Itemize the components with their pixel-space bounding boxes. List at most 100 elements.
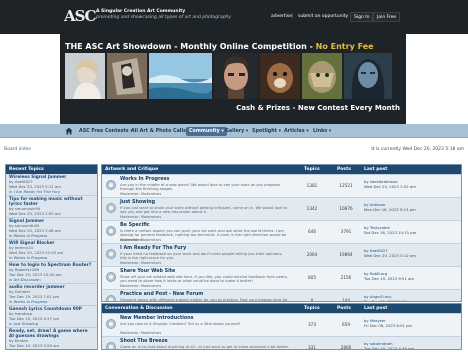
board-index-link[interactable]: Board index xyxy=(4,145,31,155)
recent-topic-forum[interactable]: in Works In Progress xyxy=(9,233,94,239)
current-time: It is currently Wed Dec 20, 2023 5:18 am xyxy=(371,147,464,152)
forum-description: If your need no feedback on your work an… xyxy=(120,252,283,261)
forum-posts-count: 2156 xyxy=(340,275,352,280)
nav-asc-free-contests[interactable]: ASC Free Contests ▾ xyxy=(76,127,136,136)
forum-row[interactable]: Works In Progress Are you in the middle o… xyxy=(102,174,461,197)
forum-posts-count: 3791 xyxy=(340,229,352,234)
artwork-critique-rows: Works In Progress Are you in the middle o… xyxy=(102,174,461,302)
forum-topics-count: 646 xyxy=(308,229,316,234)
forum-read-icon xyxy=(106,203,116,213)
forum-name[interactable]: Share Your Web Site xyxy=(120,269,175,274)
nav-community[interactable]: Community ▾ xyxy=(186,127,227,136)
main-nav: ASC Free Contests ▾ All Art & Photo Call… xyxy=(0,124,468,138)
recent-topic-item[interactable]: Tips for making music without lyrics fas… xyxy=(6,196,97,218)
forum-topics-count: 331 xyxy=(308,345,316,350)
join-free-button[interactable]: Join Free xyxy=(373,12,401,22)
forum-topics-count: 8 xyxy=(310,298,314,302)
forum-moderator[interactable]: Moderator: Moderators xyxy=(120,238,161,242)
forum-name[interactable]: Shoot The Breeze xyxy=(120,339,168,344)
last-post-date: Tue Dec 19, 2023 9:51 am xyxy=(364,276,415,281)
last-post-date: Fri Dec 08, 2023 6:01 pm xyxy=(364,323,413,328)
banner-tagline: Cash & Prizes - New Contest Every Month xyxy=(236,104,400,112)
recent-topic-forum[interactable]: in Works In Progress xyxy=(9,348,94,349)
col-last-post: Last post xyxy=(364,306,388,311)
forum-last-post: by RobB.org Tue Dec 19, 2023 9:51 am xyxy=(364,271,460,281)
forum-read-icon xyxy=(106,319,116,329)
recent-topics-heading: Recent Topics xyxy=(6,165,97,174)
recent-topic-item[interactable]: Ready, set, draw! A game where AI guesse… xyxy=(6,328,97,349)
forum-name[interactable]: Be Specific xyxy=(120,223,150,228)
forum-last-post: by Axel0927 Wed Dec 20, 2023 5:12 am xyxy=(364,248,460,258)
forum-posts-count: 19864 xyxy=(339,252,353,257)
nav-links[interactable]: Links ▾ xyxy=(310,127,334,136)
recent-topic-forum[interactable]: in Works In Progress xyxy=(9,299,94,305)
forum-read-icon xyxy=(106,226,116,236)
banner-title: THE ASC Art Showdown - Monthly Online Co… xyxy=(65,42,374,51)
forum-posts-count: 10876 xyxy=(339,206,353,211)
last-post-date: Tue Dec 19, 2023 4:36 pm xyxy=(364,346,415,350)
forum-name[interactable]: New Member Introductions xyxy=(120,316,193,321)
forum-posts-count: 2866 xyxy=(340,345,352,350)
forum-name[interactable]: Practice and Post - New Forum xyxy=(120,292,203,297)
last-post-date: Wed Dec 20, 2023 2:52 am xyxy=(364,184,416,189)
recent-topic-item[interactable]: Signal Jammer by sonusmith55 Wed Dec 20, 2… xyxy=(6,218,97,240)
header-separator: | xyxy=(292,14,294,19)
recent-topic-item[interactable]: Wireless Signal Jammer by Axel0927 Wed Dec… xyxy=(6,174,97,196)
recent-topic-item[interactable]: Ganesh Lyrics Countdown 90P by hwndoxp Tue… xyxy=(6,306,97,328)
forum-description: Frequent topics with different subject m… xyxy=(120,298,288,302)
recent-topics-list: Wireless Signal Jammer by Axel0927 Wed Dec… xyxy=(6,174,97,349)
forum-row[interactable]: Be Specific Is there a certain aspect you… xyxy=(102,220,461,243)
forum-row[interactable]: Practice and Post - New Forum Frequent to… xyxy=(102,289,461,302)
artwork-thumbnail-portrait-man xyxy=(214,53,258,99)
artwork-thumbnail-abstract xyxy=(107,53,147,99)
site-logo[interactable]: ASC xyxy=(64,7,96,26)
artwork-critique-heading: Artwork and Critique xyxy=(105,167,159,172)
col-posts: Posts xyxy=(337,167,351,172)
recent-topic-forum[interactable]: in Just Showing xyxy=(9,321,94,327)
forum-name[interactable]: I Am Ready For The Fury xyxy=(120,246,186,251)
forum-last-post: by Mesyker Fri Dec 08, 2023 6:01 pm xyxy=(364,318,460,328)
forum-name[interactable]: Works In Progress xyxy=(120,177,169,182)
recent-topics-panel: Recent Topics Wireless Signal Jammer by A… xyxy=(5,164,98,350)
recent-topic-item[interactable]: How to login to Spectrum Router? by Rober… xyxy=(6,262,97,284)
forum-moderator[interactable]: Moderator: Moderators xyxy=(120,215,161,219)
forum-row[interactable]: Just Showing If you just want to show you… xyxy=(102,197,461,220)
conversation-discussion-table: Conversation & Discussion Topics Posts L… xyxy=(101,303,462,350)
sign-in-button[interactable]: Sign In xyxy=(350,12,374,22)
recent-topic-forum[interactable]: in I Am Ready For The Fury xyxy=(9,189,94,195)
nav-articles[interactable]: Articles ▾ xyxy=(281,127,312,136)
nav-gallery[interactable]: Gallery ▾ xyxy=(222,127,251,136)
artwork-thumbnail-landscape xyxy=(149,53,212,99)
forum-last-post: by ilaesfordelavia Wed Dec 20, 2023 2:52 … xyxy=(364,179,460,189)
site-tagline: A Singular Creation Art Community promot… xyxy=(96,9,246,21)
forum-moderator[interactable]: Moderator: Moderators xyxy=(120,192,161,196)
artwork-thumbnail-portrait-1 xyxy=(65,53,105,99)
advertise-link[interactable]: advertise xyxy=(268,12,295,22)
forum-row[interactable]: New Member Introductions Are you new to A… xyxy=(102,313,461,336)
forum-read-icon xyxy=(106,180,116,190)
recent-topic-forum[interactable]: in Works In Progress xyxy=(9,255,94,261)
nav-all-art-photo-calls[interactable]: All Art & Photo Calls ▾ xyxy=(128,127,193,136)
last-post-date: Wed Dec 20, 2023 5:12 am xyxy=(364,253,416,258)
home-icon[interactable] xyxy=(65,127,73,135)
banner-title-text: THE ASC Art Showdown - Monthly Online Co… xyxy=(65,42,316,51)
forum-moderator[interactable]: Moderator: Moderators xyxy=(120,261,161,265)
forum-row[interactable]: I Am Ready For The Fury If your need no f… xyxy=(102,243,461,266)
forum-moderator[interactable]: Moderator: Moderators xyxy=(120,284,161,288)
nav-spotlight[interactable]: Spotlight ▾ xyxy=(249,127,284,136)
submit-opportunity-link[interactable]: submit an opportunity xyxy=(295,12,351,22)
forum-moderator[interactable]: Moderator: Moderators xyxy=(120,331,161,335)
recent-topic-item[interactable]: audio recorder jammer by Duhmer Tue Dec 19… xyxy=(6,284,97,306)
forum-name[interactable]: Just Showing xyxy=(120,200,155,205)
conversation-discussion-header: Conversation & Discussion Topics Posts L… xyxy=(102,304,461,313)
artwork-thumbnail-animal xyxy=(260,53,300,99)
recent-topic-forum[interactable]: in Art Discussion xyxy=(9,277,94,283)
forum-read-icon xyxy=(106,342,116,349)
col-last-post: Last post xyxy=(364,167,388,172)
forum-row[interactable]: Shoot The Breeze Come on in to chat about… xyxy=(102,336,461,350)
forum-description: Are you new to A Singular Creation? Tell… xyxy=(120,322,241,326)
recent-topic-item[interactable]: Wifi Signal Blocker by Jeremy24 Wed Dec 20… xyxy=(6,240,97,262)
contest-banner[interactable]: THE ASC Art Showdown - Monthly Online Co… xyxy=(60,34,406,124)
forum-row[interactable]: Share Your Web Site Show off your art rel… xyxy=(102,266,461,289)
forum-read-icon xyxy=(106,272,116,282)
